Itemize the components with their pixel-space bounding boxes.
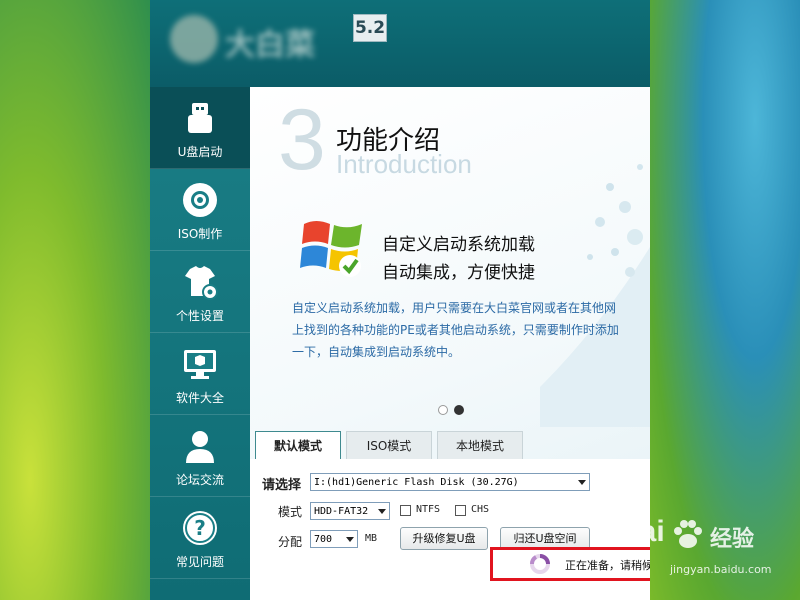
svg-text:?: ? <box>194 516 206 540</box>
mode-label: 模式 <box>278 505 303 519</box>
shirt-gear-icon <box>185 266 218 300</box>
mode-tabs: 默认模式 ISO模式 本地模式 <box>255 431 650 460</box>
status-box: 正在准备，请稍候 . . . <box>490 547 650 581</box>
ntfs-checkbox[interactable] <box>400 505 411 516</box>
usb-drive-icon <box>188 103 212 133</box>
disc-icon <box>183 183 217 217</box>
logo-mark-icon <box>170 15 218 63</box>
chevron-down-icon <box>578 480 586 485</box>
sidebar: U盘启动 ISO制作 个性设置 软件大全 论坛交流 ? 常见问题 <box>150 87 250 600</box>
user-icon <box>186 431 214 463</box>
chevron-down-icon <box>346 537 354 542</box>
sidebar-item-faq[interactable]: ? 常见问题 <box>150 497 250 579</box>
mode-select-value: HDD-FAT32 <box>314 506 369 517</box>
section-subtitle: Introduction <box>336 149 472 179</box>
question-icon: ? <box>183 511 217 545</box>
app-window: 大白菜 5.2 U盘启动 ISO制作 个性设置 软件大全 论坛交流 ? 常见问题… <box>150 0 650 600</box>
carousel-dot[interactable] <box>438 405 448 415</box>
sidebar-item-personalize[interactable]: 个性设置 <box>150 251 250 333</box>
feature-description: 自定义启动系统加载，用户只需要在大白菜官网或者在其他网上找到的各种功能的PE或者… <box>292 301 619 359</box>
upgrade-repair-button[interactable]: 升级修复U盘 <box>400 527 488 550</box>
sidebar-item-label: 论坛交流 <box>175 473 224 487</box>
windows-logo-icon <box>300 221 362 277</box>
sidebar-item-usb-boot[interactable]: U盘启动 <box>150 87 250 169</box>
monitor-box-icon <box>184 350 216 379</box>
paw-icon <box>674 520 702 548</box>
watermark-url: jingyan.baidu.com <box>670 563 772 576</box>
alloc-select[interactable]: 700 <box>310 530 358 548</box>
tab-iso-mode[interactable]: ISO模式 <box>346 431 432 459</box>
chs-checkbox[interactable] <box>455 505 466 516</box>
ntfs-label: NTFS <box>416 504 441 515</box>
settings-form: 请选择 I:(hd1)Generic Flash Disk (30.27G) 模… <box>250 459 650 600</box>
carousel-dots <box>438 400 470 419</box>
content-area: 3 功能介绍 Introduction 自定义启动系统加载 自动集成，方便快捷 … <box>250 87 650 600</box>
sidebar-item-label: 个性设置 <box>175 309 224 323</box>
sidebar-item-software[interactable]: 软件大全 <box>150 333 250 415</box>
sidebar-item-label: ISO制作 <box>177 227 223 241</box>
sidebar-item-iso[interactable]: ISO制作 <box>150 169 250 251</box>
watermark-brand-cn: 经验 <box>710 527 755 552</box>
decorative-bubbles <box>540 164 650 427</box>
sidebar-item-label: 常见问题 <box>175 555 224 569</box>
desktop-background-right <box>650 0 800 600</box>
mode-select[interactable]: HDD-FAT32 <box>310 502 390 520</box>
feature-heading: 自动集成，方便快捷 <box>382 263 535 283</box>
alloc-unit: MB <box>365 533 378 544</box>
loading-spinner-icon <box>529 554 550 574</box>
feature-heading: 自定义启动系统加载 <box>382 235 535 255</box>
tab-local-mode[interactable]: 本地模式 <box>437 431 523 459</box>
sidebar-item-label: U盘启动 <box>177 145 223 159</box>
version-badge: 5.2 <box>353 14 387 42</box>
disk-select[interactable]: I:(hd1)Generic Flash Disk (30.27G) <box>310 473 590 491</box>
chs-label: CHS <box>471 504 490 515</box>
disk-select-value: I:(hd1)Generic Flash Disk (30.27G) <box>314 477 519 488</box>
sidebar-item-forum[interactable]: 论坛交流 <box>150 415 250 497</box>
app-logo: 大白菜 <box>170 10 360 70</box>
chevron-down-icon <box>378 509 386 514</box>
section-number: 3 <box>278 92 326 188</box>
tab-default-mode[interactable]: 默认模式 <box>255 431 341 460</box>
carousel-dot-active[interactable] <box>454 405 464 415</box>
select-label: 请选择 <box>262 478 302 493</box>
alloc-label: 分配 <box>278 535 303 549</box>
status-text: 正在准备，请稍候 . . . <box>565 559 650 572</box>
desktop-background-left <box>0 0 150 600</box>
logo-text: 大白菜 <box>225 28 315 63</box>
title-bar: 大白菜 5.2 <box>150 0 650 87</box>
sidebar-item-label: 软件大全 <box>175 391 224 405</box>
alloc-select-value: 700 <box>314 534 333 545</box>
